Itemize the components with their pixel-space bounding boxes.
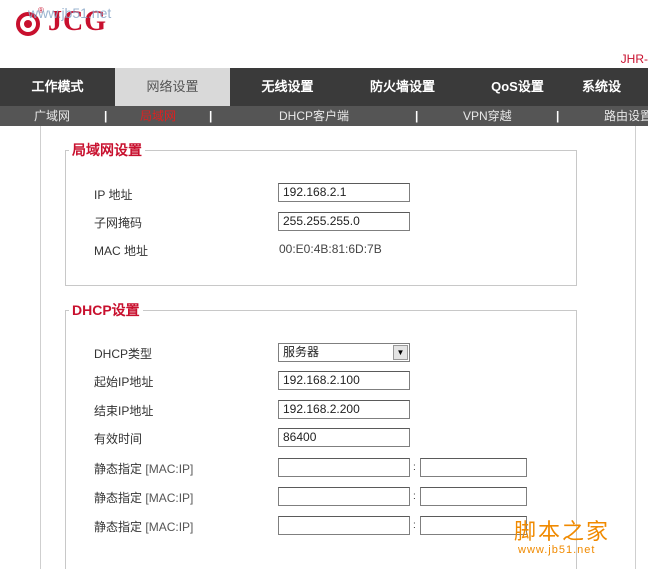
site-watermark: 脚本之家 bbox=[514, 520, 611, 545]
mac-address-value: 00:E0:4B:81:6D:7B bbox=[279, 242, 382, 256]
subnav-lan[interactable]: 局域网 bbox=[140, 106, 176, 126]
ip-address-label: IP 地址 bbox=[94, 188, 133, 202]
subnav-dhcp-client[interactable]: DHCP客户端 bbox=[279, 106, 349, 126]
start-ip-label: 起始IP地址 bbox=[94, 375, 154, 389]
static-mac-input[interactable] bbox=[278, 487, 410, 506]
subnav-separator: | bbox=[415, 109, 419, 123]
subnav-routing[interactable]: 路由设置 bbox=[604, 106, 648, 126]
subnav-vpn-passthrough[interactable]: VPN穿越 bbox=[463, 106, 512, 126]
start-ip-input[interactable]: 192.168.2.100 bbox=[278, 371, 410, 390]
nav-system-settings[interactable]: 系统设 bbox=[575, 68, 645, 106]
header: ® JCG www.jb51.net JHR- bbox=[0, 0, 648, 68]
colon-separator: : bbox=[413, 520, 416, 531]
static-assign-text: 静态指定 bbox=[94, 462, 143, 476]
sub-nav: 广域网 | 局域网 | DHCP客户端 | VPN穿越 | 路由设置 bbox=[0, 106, 648, 126]
ip-address-input[interactable]: 192.168.2.1 bbox=[278, 183, 410, 202]
static-assign-label: 静态指定 [MAC:IP] bbox=[94, 460, 193, 477]
main-nav: 工作模式 网络设置 无线设置 防火墙设置 QoS设置 系统设 bbox=[0, 68, 648, 106]
colon-separator: : bbox=[413, 462, 416, 473]
lease-time-input[interactable]: 86400 bbox=[278, 428, 410, 447]
static-assign-text: 静态指定 bbox=[94, 491, 143, 505]
dhcp-type-select[interactable]: 服务器 ▼ bbox=[278, 343, 410, 362]
end-ip-label: 结束IP地址 bbox=[94, 404, 154, 418]
end-ip-input[interactable]: 192.168.2.200 bbox=[278, 400, 410, 419]
model-name: JHR- bbox=[620, 52, 648, 66]
subnav-separator: | bbox=[104, 109, 108, 123]
dhcp-type-label: DHCP类型 bbox=[94, 347, 153, 361]
nav-firewall-settings[interactable]: 防火墙设置 bbox=[345, 68, 460, 106]
static-assign-hint: [MAC:IP] bbox=[145, 520, 194, 534]
static-mac-input[interactable] bbox=[278, 458, 410, 477]
static-assign-label: 静态指定 [MAC:IP] bbox=[94, 518, 193, 535]
colon-separator: : bbox=[413, 491, 416, 502]
site-watermark-url: www.jb51.net bbox=[518, 544, 596, 556]
static-ip-input[interactable] bbox=[420, 458, 527, 477]
subnav-separator: | bbox=[556, 109, 560, 123]
lan-settings-title: 局域网设置 bbox=[72, 142, 142, 158]
nav-qos-settings[interactable]: QoS设置 bbox=[460, 68, 575, 106]
dhcp-settings-title: DHCP设置 bbox=[72, 302, 140, 318]
lease-time-label: 有效时间 bbox=[94, 432, 143, 446]
subnav-separator: | bbox=[209, 109, 213, 123]
top-watermark: www.jb51.net bbox=[28, 5, 112, 21]
static-mac-input[interactable] bbox=[278, 516, 410, 535]
mac-address-label: MAC 地址 bbox=[94, 244, 149, 258]
static-assign-label: 静态指定 [MAC:IP] bbox=[94, 489, 193, 506]
subnav-wan[interactable]: 广域网 bbox=[34, 106, 70, 126]
subnet-mask-label: 子网掩码 bbox=[94, 216, 143, 230]
nav-wireless-settings[interactable]: 无线设置 bbox=[230, 68, 345, 106]
static-assign-hint: [MAC:IP] bbox=[145, 462, 194, 476]
nav-network-settings[interactable]: 网络设置 bbox=[115, 68, 230, 106]
nav-work-mode[interactable]: 工作模式 bbox=[0, 68, 115, 106]
dhcp-type-value: 服务器 bbox=[283, 345, 320, 359]
subnet-mask-input[interactable]: 255.255.255.0 bbox=[278, 212, 410, 231]
static-ip-input[interactable] bbox=[420, 516, 527, 535]
static-assign-hint: [MAC:IP] bbox=[145, 491, 194, 505]
dropdown-arrow-icon[interactable]: ▼ bbox=[393, 345, 408, 360]
static-assign-text: 静态指定 bbox=[94, 520, 143, 534]
static-ip-input[interactable] bbox=[420, 487, 527, 506]
